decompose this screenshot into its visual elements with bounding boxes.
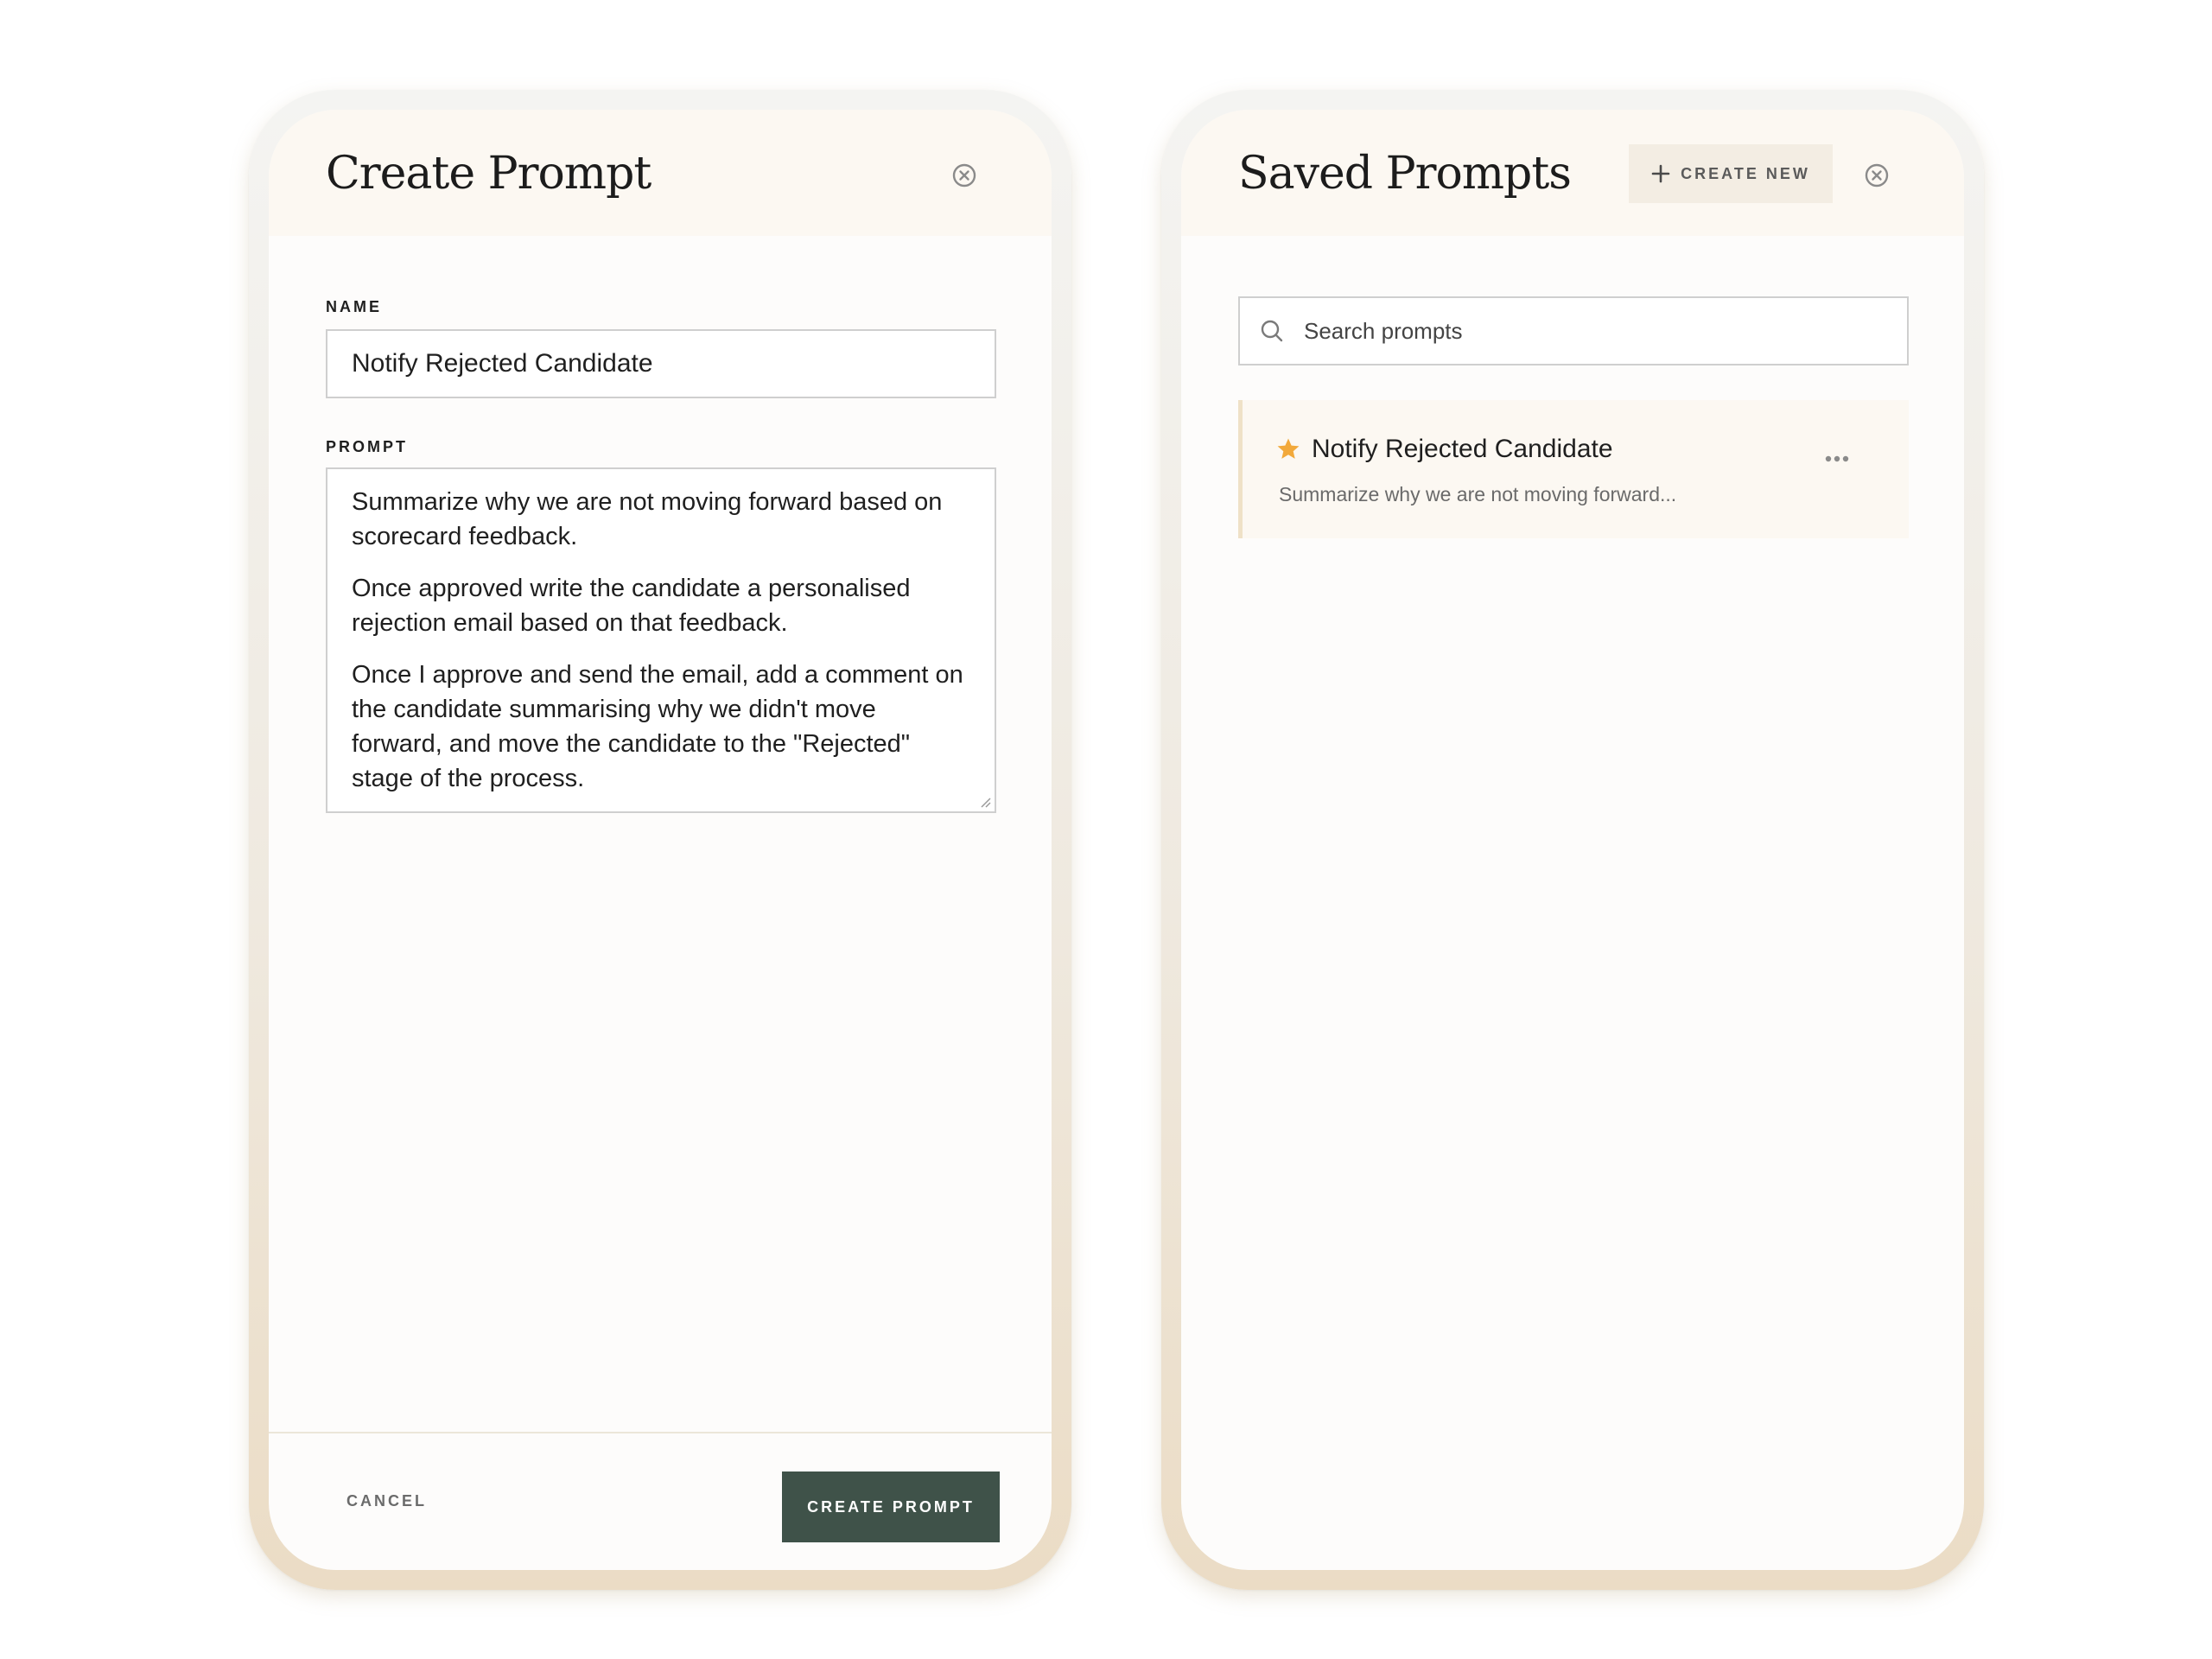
search-box: [1238, 296, 1909, 365]
search-icon: [1261, 320, 1283, 342]
close-circle-icon: [1865, 163, 1889, 188]
create-prompt-button[interactable]: CREATE PROMPT: [782, 1471, 1000, 1542]
prompt-paragraph: Once approved write the candidate a pers…: [352, 575, 911, 637]
close-circle-icon: [952, 163, 976, 188]
create-prompt-panel: Create Prompt NAME PROMPT Summarize why …: [269, 110, 1052, 1570]
create-prompt-header: Create Prompt: [269, 110, 1052, 236]
prompt-paragraph: Once I approve and send the email, add a…: [352, 661, 963, 792]
prompt-paragraph: Summarize why we are not moving forward …: [352, 488, 943, 550]
close-button[interactable]: [1859, 158, 1894, 193]
prompt-label: PROMPT: [326, 438, 409, 455]
saved-prompt-item[interactable]: Notify Rejected Candidate Summarize why …: [1238, 400, 1909, 538]
more-horizontal-icon[interactable]: [1816, 448, 1858, 469]
plus-icon: [1651, 164, 1670, 183]
saved-prompts-device-frame: Saved Prompts CREATE NEW Search prompts …: [1161, 90, 1984, 1590]
create-new-label: CREATE NEW: [1681, 164, 1810, 182]
prompt-textarea[interactable]: Summarize why we are not moving forward …: [326, 467, 996, 813]
name-input[interactable]: [326, 329, 996, 398]
search-input[interactable]: [1302, 316, 1890, 346]
saved-prompt-title: Notify Rejected Candidate: [1312, 435, 1613, 463]
page-title: Create Prompt: [326, 148, 652, 200]
saved-prompts-panel: Saved Prompts CREATE NEW Search prompts …: [1181, 110, 1964, 1570]
close-button[interactable]: [947, 158, 982, 193]
saved-prompt-preview: Summarize why we are not moving forward.…: [1279, 483, 1677, 505]
cancel-button[interactable]: CANCEL: [346, 1492, 427, 1510]
name-label: NAME: [326, 298, 382, 315]
star-icon[interactable]: [1275, 436, 1301, 462]
resize-handle-icon[interactable]: [979, 796, 991, 808]
create-prompt-device-frame: Create Prompt NAME PROMPT Summarize why …: [249, 90, 1071, 1590]
create-new-button[interactable]: CREATE NEW: [1629, 144, 1833, 203]
saved-prompts-header: Saved Prompts CREATE NEW: [1181, 110, 1964, 236]
page-title: Saved Prompts: [1238, 148, 1572, 200]
footer-divider: [269, 1432, 1052, 1433]
